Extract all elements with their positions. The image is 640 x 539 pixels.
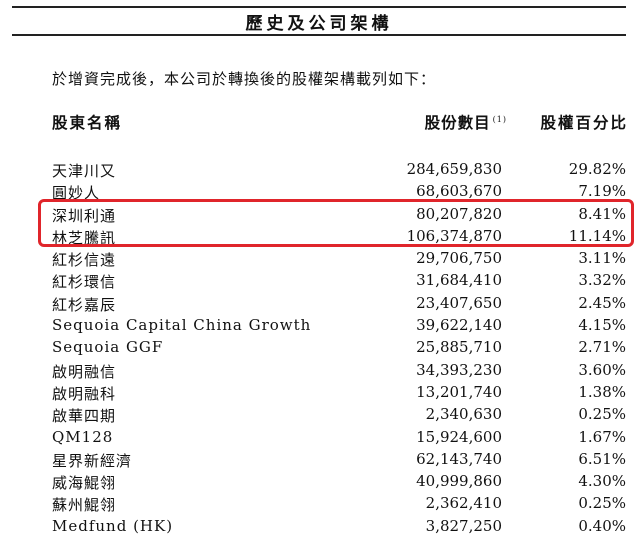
header-shareholding-percentage: 股權百分比 [540,113,628,132]
table-row: 啟明融信 34,393,230 3.60% [0,359,640,381]
number-of-shares: 3,827,250 [425,516,502,535]
shareholding-percentage: 11.14% [568,226,626,245]
shareholder-name: Sequoia Capital China Growth [52,316,312,335]
table-row: 圓妙人 68,603,670 7.19% [0,180,640,202]
table-row: 啟華四期 2,340,630 0.25% [0,403,640,425]
table-row: Sequoia GGF 25,885,710 2.71% [0,336,640,358]
table-row: 紅杉信遠 29,706,750 3.11% [0,247,640,269]
shareholder-name: 蘇州鯤翎 [52,496,117,515]
shareholder-name: 啟明融信 [52,362,117,381]
table-row: 星界新經濟 62,143,740 6.51% [0,448,640,470]
number-of-shares: 25,885,710 [416,338,502,357]
shareholder-name: 紅杉環信 [52,273,117,292]
shareholding-percentage: 3.60% [578,360,626,379]
table-row: 紅杉環信 31,684,410 3.32% [0,269,640,291]
number-of-shares: 34,393,230 [416,360,502,379]
number-of-shares: 31,684,410 [416,271,502,290]
number-of-shares: 15,924,600 [416,427,502,446]
number-of-shares: 13,201,740 [416,382,502,401]
shareholding-percentage: 2.71% [578,338,626,357]
footnote-marker: (1) [492,114,507,124]
table-row: 威海鯤翎 40,999,860 4.30% [0,470,640,492]
shareholder-name: Sequoia GGF [52,338,164,357]
table-header: 股東名稱 股份數目 (1) 股權百分比 [0,111,640,133]
number-of-shares: 23,407,650 [416,293,502,312]
shareholding-percentage: 2.45% [578,293,626,312]
table-row: 紅杉嘉辰 23,407,650 2.45% [0,292,640,314]
number-of-shares: 106,374,870 [406,226,502,245]
number-of-shares: 62,143,740 [416,449,502,468]
shareholding-percentage: 3.32% [578,271,626,290]
shareholder-name: 天津川又 [52,162,117,180]
shareholder-name: 紅杉信遠 [52,251,117,270]
number-of-shares: 80,207,820 [416,204,502,223]
table-row: QM128 15,924,600 1.67% [0,426,640,448]
number-of-shares: 284,659,830 [406,160,502,178]
shareholding-percentage: 8.41% [578,204,626,223]
shareholder-name: QM128 [52,427,114,446]
shareholding-percentage: 6.51% [578,449,626,468]
shareholding-percentage: 4.15% [578,316,626,335]
shareholder-name: 圓妙人 [52,184,101,203]
number-of-shares: 40,999,860 [416,472,502,491]
intro-paragraph: 於增資完成後，本公司於轉換後的股權架構載列如下： [52,70,437,88]
number-of-shares: 2,340,630 [425,405,502,424]
shareholding-percentage: 4.30% [578,472,626,491]
shareholding-table-body: 天津川又 284,659,830 29.82% 圓妙人 68,603,670 7.19% 深… [0,158,640,537]
table-row: Medfund (HK) 3,827,250 0.40% [0,515,640,537]
shareholding-percentage: 29.82% [568,160,626,178]
shareholder-name: 星界新經濟 [52,451,133,470]
table-row: 天津川又 284,659,830 29.82% [0,158,640,180]
shareholding-percentage: 7.19% [578,182,626,201]
shareholding-percentage: 1.38% [578,382,626,401]
section-title: 歷史及公司架構 [245,13,393,34]
table-row: 深圳利通 80,207,820 8.41% [0,203,640,225]
number-of-shares: 68,603,670 [416,182,502,201]
shareholder-name: Medfund (HK) [52,516,174,535]
shareholder-name: 紅杉嘉辰 [52,295,117,314]
shareholding-percentage: 0.40% [578,516,626,535]
shareholding-percentage: 0.25% [578,405,626,424]
shareholding-percentage: 1.67% [578,427,626,446]
number-of-shares: 2,362,410 [425,494,502,513]
number-of-shares: 39,622,140 [416,316,502,335]
header-number-of-shares: 股份數目 (1) [425,111,507,133]
shareholder-name: 林芝騰訊 [52,228,117,247]
shareholding-percentage: 0.25% [578,494,626,513]
table-row: 啟明融科 13,201,740 1.38% [0,381,640,403]
shareholder-name: 啟明融科 [52,384,117,403]
number-of-shares: 29,706,750 [416,249,502,268]
shareholder-name: 啟華四期 [52,407,117,426]
shareholder-name: 深圳利通 [52,206,117,225]
section-title-bar: 歷史及公司架構 [12,6,626,36]
table-row: 林芝騰訊 106,374,870 11.14% [0,225,640,247]
shareholding-percentage: 3.11% [578,249,626,268]
shareholder-name: 威海鯤翎 [52,474,117,493]
table-row: 蘇州鯤翎 2,362,410 0.25% [0,492,640,514]
table-row: Sequoia Capital China Growth 39,622,140 4.… [0,314,640,336]
header-shares-label: 股份數目 [424,113,491,132]
header-shareholder-name: 股東名稱 [52,113,123,132]
